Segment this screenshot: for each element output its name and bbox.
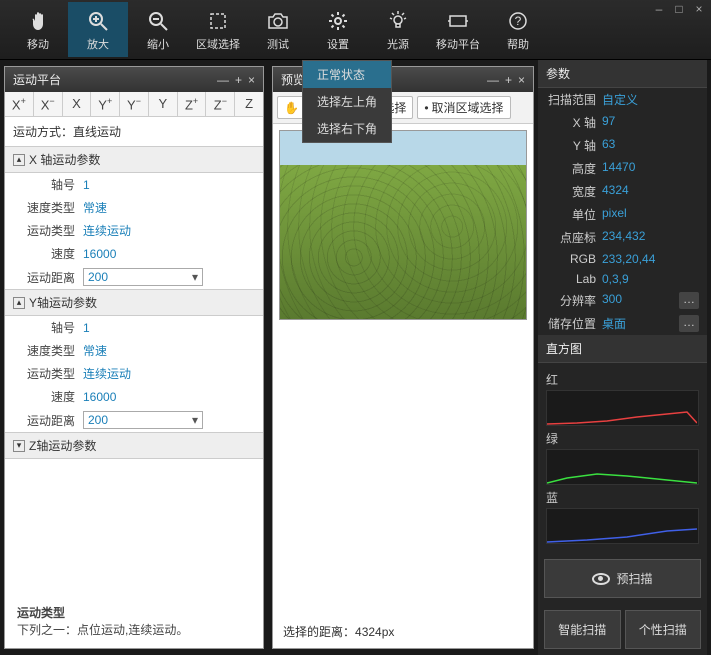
param-point[interactable]: 234,432	[602, 229, 645, 246]
histo-green-label: 绿	[546, 430, 699, 447]
x-motion-type[interactable]: 连续运动	[83, 222, 255, 239]
axis-z[interactable]: Z	[235, 92, 263, 116]
help-icon: ?	[508, 8, 528, 34]
tb-zoom-in[interactable]: 放大	[68, 2, 128, 57]
param-unit[interactable]: pixel	[602, 206, 627, 223]
zoom-in-icon	[87, 8, 109, 34]
collapse-up-icon: ▴	[13, 154, 25, 166]
axis-x-minus[interactable]: X−	[34, 92, 63, 116]
hand-icon: ✋	[284, 101, 299, 115]
x-axis-no[interactable]: 1	[83, 178, 255, 192]
x-section-header[interactable]: ▴X 轴运动参数	[5, 146, 263, 173]
param-y[interactable]: 63	[602, 137, 615, 154]
tb-light[interactable]: 光源	[368, 2, 428, 57]
panel-close-icon[interactable]: ×	[518, 73, 525, 87]
prescan-button[interactable]: 预扫描	[544, 559, 701, 598]
preview-panel: 预览 —+× ✋移动 ⬚区域选择 •取消区域选择 选择的距离：4324px	[272, 66, 534, 649]
param-lab[interactable]: 0,3,9	[602, 272, 629, 286]
axis-z-minus[interactable]: Z−	[206, 92, 235, 116]
tb-platform[interactable]: 移动平台	[428, 2, 488, 57]
x-speed-type[interactable]: 常速	[83, 199, 255, 216]
footer-label: 选择的距离：	[283, 625, 355, 639]
panel-add-icon[interactable]: +	[235, 73, 242, 87]
params-list: 扫描范围自定义 X 轴97 Y 轴63 高度14470 宽度4324 单位pix…	[538, 88, 707, 335]
y-distance-combo[interactable]: 200	[83, 411, 203, 429]
z-section-header[interactable]: ▾Z轴运动参数	[5, 432, 263, 459]
mode-value: 直线运动	[73, 125, 121, 139]
param-width[interactable]: 4324	[602, 183, 629, 200]
mode-label: 运动方式：	[13, 125, 73, 139]
window-controls: – □ ×	[653, 2, 705, 16]
main-toolbar: 移动 放大 缩小 区域选择 测试 设置 光源 移动平台 ?帮助 – □ ×	[0, 0, 711, 60]
y-speed-type[interactable]: 常速	[83, 342, 255, 359]
custom-scan-button[interactable]: 个性扫描	[625, 610, 702, 649]
panel-close-icon[interactable]: ×	[248, 73, 255, 87]
tb-help[interactable]: ?帮助	[488, 2, 548, 57]
panel-min-icon[interactable]: —	[487, 73, 499, 87]
axis-y[interactable]: Y	[149, 92, 178, 116]
pv-cancel-button[interactable]: •取消区域选择	[417, 96, 510, 119]
gear-icon	[327, 8, 349, 34]
dropdown-item-bottomright[interactable]: 选择右下角	[303, 115, 391, 142]
motion-panel: 运动平台 — + × X+ X− X Y+ Y− Y Z+ Z− Z 运动方式：直线…	[4, 66, 264, 649]
preview-image[interactable]	[279, 130, 527, 320]
panel-add-icon[interactable]: +	[505, 73, 512, 87]
param-x[interactable]: 97	[602, 114, 615, 131]
smart-scan-button[interactable]: 智能扫描	[544, 610, 621, 649]
param-save[interactable]: 桌面	[602, 315, 626, 332]
minimize-button[interactable]: –	[653, 2, 665, 16]
histo-green	[546, 449, 699, 485]
param-scan-range[interactable]: 自定义	[602, 91, 638, 108]
params-header: 参数	[538, 60, 707, 88]
close-button[interactable]: ×	[693, 2, 705, 16]
axis-y-minus[interactable]: Y−	[120, 92, 149, 116]
axis-z-plus[interactable]: Z+	[178, 92, 207, 116]
footer-value: 4324px	[355, 625, 394, 639]
axis-x[interactable]: X	[63, 92, 92, 116]
y-axis-no[interactable]: 1	[83, 321, 255, 335]
histo-red-label: 红	[546, 371, 699, 388]
y-motion-type[interactable]: 连续运动	[83, 365, 255, 382]
histo-red	[546, 390, 699, 426]
axis-buttons: X+ X− X Y+ Y− Y Z+ Z− Z	[5, 92, 263, 117]
tb-settings[interactable]: 设置	[308, 2, 368, 57]
select-icon	[208, 8, 228, 34]
x-distance-combo[interactable]: 200	[83, 268, 203, 286]
tb-zoom-out[interactable]: 缩小	[128, 2, 188, 57]
maximize-button[interactable]: □	[673, 2, 685, 16]
area-dropdown: 正常状态 选择左上角 选择右下角	[302, 60, 392, 143]
collapse-down-icon: ▾	[13, 440, 25, 452]
motion-type-note: 运动类型 下列之一：点位运动,连续运动。	[17, 604, 188, 638]
y-section-header[interactable]: ▴Y轴运动参数	[5, 289, 263, 316]
hand-icon	[28, 8, 48, 34]
panel-min-icon[interactable]: —	[217, 73, 229, 87]
axis-x-plus[interactable]: X+	[5, 92, 34, 116]
dropdown-item-topleft[interactable]: 选择左上角	[303, 88, 391, 115]
platform-icon	[446, 8, 470, 34]
y-speed[interactable]: 16000	[83, 390, 255, 404]
axis-y-plus[interactable]: Y+	[91, 92, 120, 116]
svg-text:?: ?	[515, 14, 522, 28]
more-button[interactable]: …	[679, 292, 699, 309]
collapse-up-icon: ▴	[13, 297, 25, 309]
light-icon	[387, 8, 409, 34]
histo-blue-label: 蓝	[546, 489, 699, 506]
param-height[interactable]: 14470	[602, 160, 635, 177]
histo-blue	[546, 508, 699, 544]
tb-area-select[interactable]: 区域选择	[188, 2, 248, 57]
dropdown-item-normal[interactable]: 正常状态	[303, 61, 391, 88]
x-speed[interactable]: 16000	[83, 247, 255, 261]
histogram-header: 直方图	[538, 335, 707, 363]
cancel-icon: •	[424, 101, 428, 115]
param-rgb[interactable]: 233,20,44	[602, 252, 655, 266]
param-res[interactable]: 300	[602, 292, 622, 309]
motion-panel-title: 运动平台	[13, 71, 61, 88]
eye-icon	[592, 573, 610, 585]
camera-icon	[266, 8, 290, 34]
zoom-out-icon	[147, 8, 169, 34]
tb-move[interactable]: 移动	[8, 2, 68, 57]
tb-test[interactable]: 测试	[248, 2, 308, 57]
more-button[interactable]: …	[679, 315, 699, 332]
